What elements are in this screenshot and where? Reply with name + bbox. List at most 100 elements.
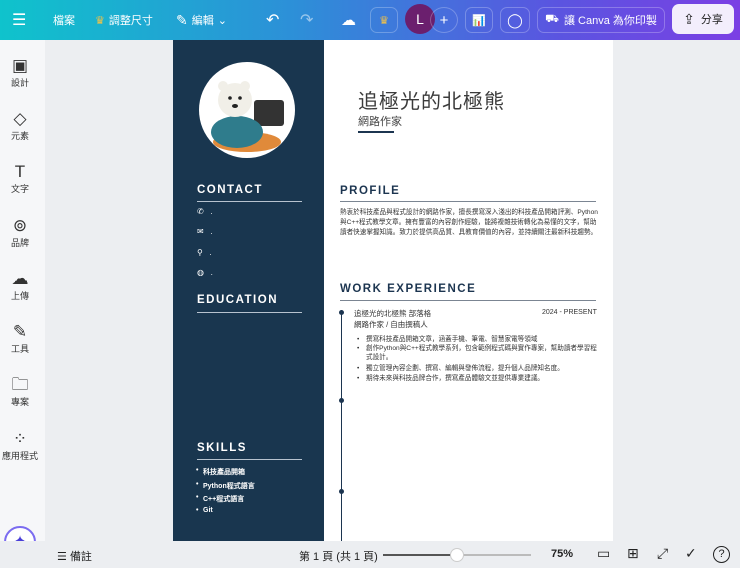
- upload-icon: ☁: [11, 269, 29, 288]
- sidebar-item-apps[interactable]: ⁘ 應用程式: [0, 429, 40, 462]
- sidebar-item-projects[interactable]: 🗀 專案: [0, 375, 40, 408]
- file-menu[interactable]: 檔案: [53, 12, 75, 28]
- resize-label: 調整尺寸: [108, 15, 153, 27]
- job-org: 追極光的北極熊 部落格: [354, 309, 432, 318]
- layout-icon: ▣: [11, 56, 29, 75]
- sidebar-item-brand[interactable]: ⊚ 品牌: [0, 216, 40, 249]
- add-collaborator-icon[interactable]: +: [430, 7, 458, 33]
- zoom-slider-fill: [383, 554, 457, 556]
- print-button[interactable]: ⛟ 讓 Canva 為你印製: [537, 7, 665, 33]
- sidebar-item-elements[interactable]: ◇ 元素: [0, 109, 40, 142]
- sidebar-item-uploads[interactable]: ☁ 上傳: [0, 269, 40, 302]
- share-label: 分享: [700, 14, 723, 26]
- zoom-slider[interactable]: [383, 548, 531, 562]
- skill-item: 科技產品開箱: [196, 467, 245, 477]
- divider: [197, 312, 302, 313]
- premium-button[interactable]: ♛: [370, 7, 398, 33]
- job-bullet: 獨立管理內容企劃、撰寫、編輯與發佈流程，提升個人品牌知名度。: [357, 364, 598, 373]
- edit-label: 編輯: [191, 15, 214, 27]
- check-icon[interactable]: ✓: [685, 545, 697, 562]
- sidebar-label: 工具: [10, 344, 29, 354]
- page-indicator[interactable]: 第 1 頁 (共 1 頁): [299, 548, 378, 564]
- job-bullet: 撰寫科技產品開箱文章，涵蓋手機、筆電、智慧家電等領域: [357, 335, 598, 344]
- skill-item: Git: [196, 507, 213, 514]
- upload-icon: ⇪: [683, 10, 695, 27]
- contact-phone: ✆ .: [197, 207, 213, 216]
- sidebar-item-design[interactable]: ▣ 設計: [0, 56, 40, 89]
- resume-page[interactable]: CONTACT ✆ . ✉ . ⚲ . ◍ . EDUCATION SKILLS…: [173, 40, 613, 541]
- location-pin-icon: ⚲: [197, 248, 203, 257]
- resume-sidebar: CONTACT ✆ . ✉ . ⚲ . ◍ . EDUCATION SKILLS…: [173, 40, 324, 541]
- profile-heading: PROFILE: [340, 185, 401, 197]
- folder-icon: 🗀: [11, 375, 29, 394]
- redo-icon[interactable]: ↷: [300, 10, 313, 30]
- sidebar-item-text[interactable]: T 文字: [0, 162, 40, 195]
- contact-value: .: [209, 248, 212, 257]
- sidebar-label: 專案: [10, 397, 29, 407]
- sidebar-label: 應用程式: [1, 451, 38, 461]
- contact-value: .: [210, 207, 213, 216]
- sidebar-label: 上傳: [10, 291, 29, 301]
- skills-heading: SKILLS: [197, 442, 247, 454]
- resume-title: 網路作家: [358, 116, 402, 128]
- sidebar-label: 文字: [10, 184, 29, 194]
- help-icon[interactable]: ?: [713, 546, 730, 563]
- crown-icon: ♛: [95, 14, 105, 27]
- truck-icon: ⛟: [545, 13, 559, 25]
- share-button[interactable]: ⇪ 分享: [672, 4, 734, 34]
- notes-button[interactable]: ☰ 備註: [57, 548, 92, 564]
- shapes-icon: ◇: [13, 109, 27, 128]
- bottom-bar: ☰ 備註 第 1 頁 (共 1 頁) 75% ▭ ⊞ ⤢ ✓ ?: [0, 541, 740, 568]
- notes-label: 備註: [69, 551, 92, 563]
- zoom-level[interactable]: 75%: [551, 548, 573, 560]
- job-bullet: 期待未來與科技品牌合作，撰寫產品體驗文並提供專業建議。: [357, 374, 598, 383]
- left-sidebar: ▣設計 ◇元素 T文字 ⊚品牌 ☁上傳 ✎工具 🗀專案 ⁘應用程式 ✦: [0, 40, 45, 558]
- title-underline: [358, 131, 394, 133]
- grid-view-icon[interactable]: ⊞: [627, 545, 639, 562]
- sidebar-item-tools[interactable]: ✎ 工具: [0, 322, 40, 355]
- contact-website: ◍ .: [197, 268, 213, 277]
- skill-item: C++程式語言: [196, 494, 244, 504]
- contact-location: ⚲ .: [197, 248, 212, 257]
- skill-item: Python程式語言: [196, 481, 255, 491]
- mail-icon: ✉: [197, 227, 204, 236]
- cloud-save-icon[interactable]: ☁: [341, 11, 356, 29]
- edit-menu[interactable]: ✎ 編輯 ⌄: [176, 12, 227, 29]
- crown-icon: ♛: [379, 14, 389, 27]
- contact-heading: CONTACT: [197, 184, 263, 196]
- divider: [197, 459, 302, 460]
- sidebar-label: 設計: [10, 78, 29, 88]
- notes-icon: ☰: [57, 551, 67, 563]
- resume-name: 追極光的北極熊: [358, 91, 505, 113]
- print-label: 讓 Canva 為你印製: [563, 15, 657, 27]
- resize-button[interactable]: ♛ 調整尺寸: [95, 12, 153, 28]
- work-heading: WORK EXPERIENCE: [340, 283, 477, 295]
- timeline-dot: [339, 398, 344, 403]
- timeline-line: [341, 310, 342, 541]
- job-role: 網路作家 / 自由撰稿人: [354, 320, 428, 329]
- analytics-icon[interactable]: 📊: [465, 7, 493, 33]
- timeline-dot: [339, 310, 344, 315]
- page-view-icon[interactable]: ▭: [597, 545, 610, 562]
- profile-photo: [199, 62, 295, 158]
- divider: [340, 201, 596, 202]
- education-heading: EDUCATION: [197, 294, 279, 306]
- sidebar-label: 品牌: [10, 238, 29, 248]
- fullscreen-icon[interactable]: ⤢: [657, 545, 668, 562]
- contact-value: .: [210, 227, 213, 236]
- menu-icon[interactable]: ☰: [12, 10, 26, 30]
- pen-icon: ✎: [12, 322, 28, 341]
- job-bullet: 創作Python與C++程式教學系列，包含範例程式碼與實作專案，幫助讀者學習程式…: [357, 344, 598, 362]
- globe-icon: ◍: [197, 268, 204, 277]
- apps-icon: ⁘: [12, 429, 28, 448]
- contact-email: ✉ .: [197, 227, 213, 236]
- chevron-down-icon: ⌄: [217, 14, 227, 27]
- text-icon: T: [14, 162, 26, 181]
- pencil-icon: ✎: [176, 11, 188, 28]
- profile-text: 熱衷於科技產品與程式設計的網路作家，擅長撰寫深入淺出的科技產品開箱評測、Pyth…: [340, 209, 598, 236]
- undo-icon[interactable]: ↶: [266, 10, 279, 30]
- comment-icon[interactable]: ◯: [500, 7, 530, 33]
- zoom-slider-handle[interactable]: [450, 548, 464, 562]
- top-toolbar: ☰ 檔案 ♛ 調整尺寸 ✎ 編輯 ⌄ ↶ ↷ ☁ ♛ L + 📊 ◯ ⛟ 讓 Canva…: [0, 0, 740, 40]
- contact-value: .: [210, 268, 213, 277]
